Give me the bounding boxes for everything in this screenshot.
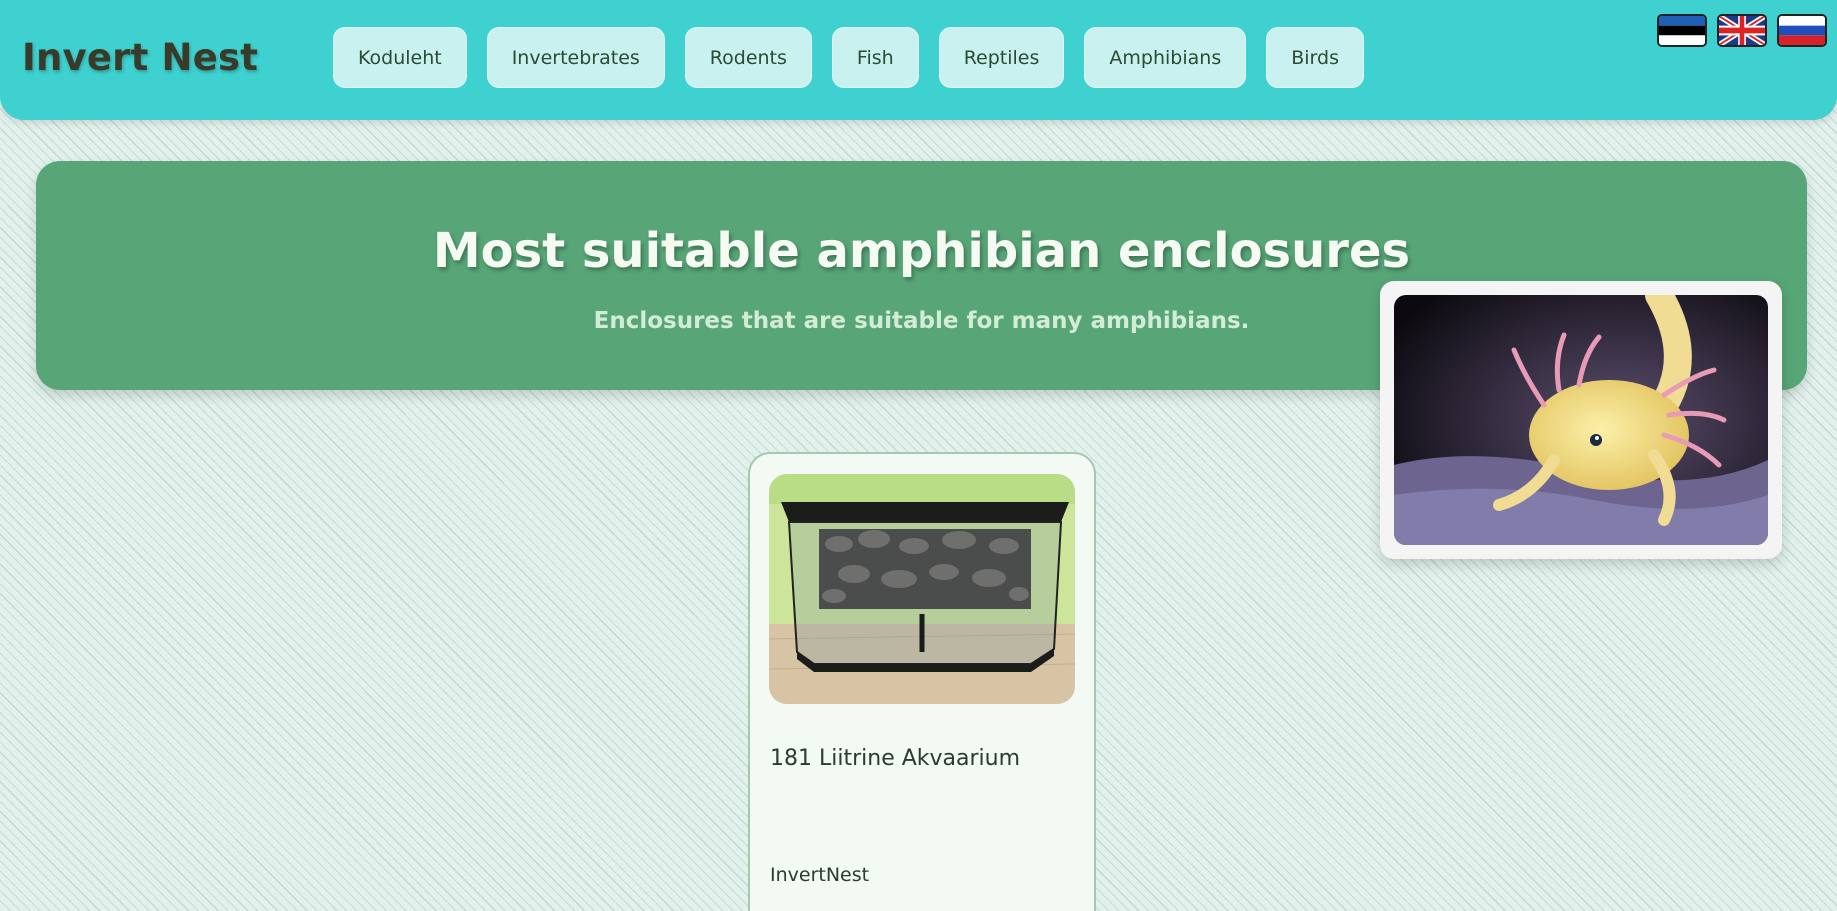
- language-switcher: [1657, 14, 1827, 47]
- estonia-flag-icon[interactable]: [1657, 14, 1707, 47]
- uk-flag-icon[interactable]: [1717, 14, 1767, 47]
- nav-koduleht-button[interactable]: Koduleht: [333, 27, 467, 88]
- russia-flag-icon[interactable]: [1777, 14, 1827, 47]
- nav-birds-button[interactable]: Birds: [1266, 27, 1364, 88]
- nav-invertebrates-button[interactable]: Invertebrates: [486, 27, 665, 88]
- axolotl-photo: [1380, 281, 1782, 559]
- site-logo[interactable]: Invert Nest: [22, 36, 258, 79]
- main-nav: Koduleht Invertebrates Rodents Fish Rept…: [333, 27, 1364, 88]
- product-title[interactable]: 181 Liitrine Akvaarium: [770, 746, 1020, 771]
- aquarium-photo[interactable]: [769, 474, 1075, 704]
- page-title: Most suitable amphibian enclosures: [432, 223, 1411, 279]
- product-vendor: InvertNest: [770, 864, 870, 886]
- nav-reptiles-button[interactable]: Reptiles: [938, 27, 1065, 88]
- top-navigation-bar: Invert Nest Koduleht Invertebrates Roden…: [0, 0, 1837, 120]
- product-card[interactable]: 181 Liitrine Akvaarium InvertNest: [748, 452, 1096, 911]
- nav-fish-button[interactable]: Fish: [831, 27, 919, 88]
- nav-amphibians-button[interactable]: Amphibians: [1084, 27, 1247, 88]
- nav-rodents-button[interactable]: Rodents: [684, 27, 812, 88]
